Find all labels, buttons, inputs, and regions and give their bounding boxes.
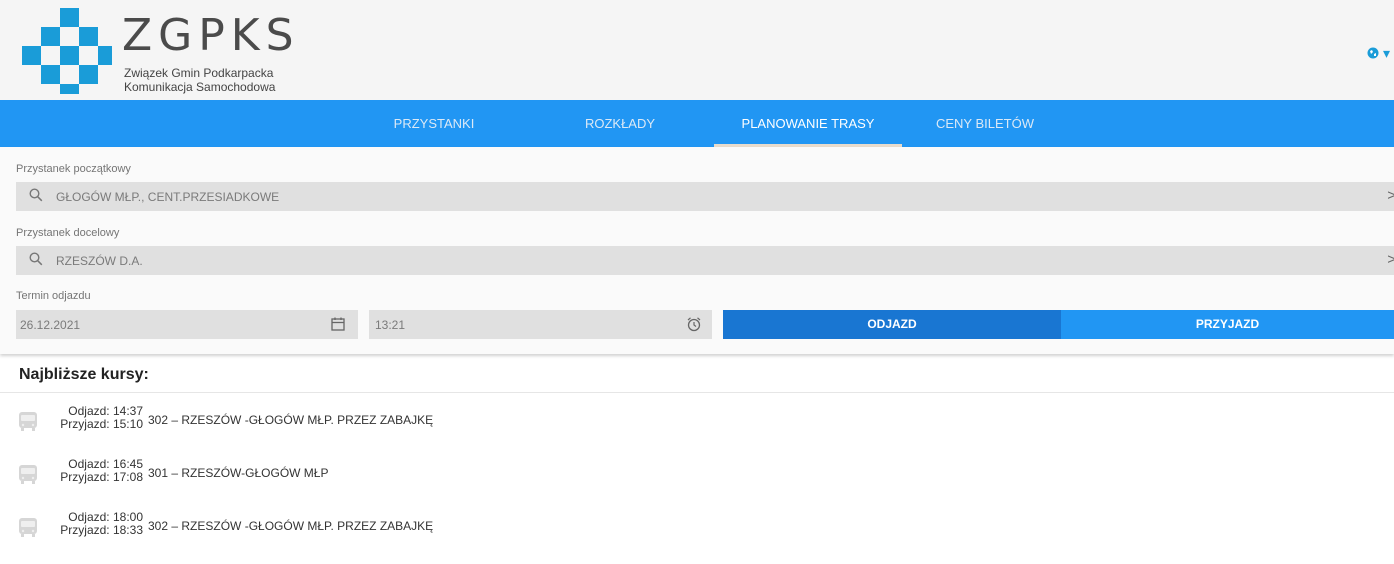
main-nav: PRZYSTANKI ROZKŁADY PLANOWANIE TRASY CEN…: [0, 100, 1394, 147]
header: ZGPKS Związek Gmin Podkarpacka Komunikac…: [0, 0, 1394, 100]
time-input[interactable]: 13:21: [369, 310, 712, 339]
logo-subtitle: Związek Gmin Podkarpacka Komunikacja Sam…: [124, 66, 275, 94]
calendar-icon[interactable]: [330, 316, 346, 332]
language-selector[interactable]: ▾: [1367, 45, 1390, 62]
arrival-time: Przyjazd: 18:33: [60, 523, 143, 537]
search-icon: [29, 188, 43, 202]
alarm-clock-icon[interactable]: [686, 316, 702, 332]
clear-start-icon[interactable]: >: [1387, 187, 1394, 204]
departure-toggle-button[interactable]: ODJAZD: [723, 310, 1061, 339]
date-input[interactable]: 26.12.2021: [16, 310, 358, 339]
start-stop-label: Przystanek początkowy: [16, 163, 131, 175]
results-title: Najbliższe kursy:: [19, 366, 149, 383]
divider: [0, 392, 1394, 393]
globe-icon: [1367, 47, 1379, 59]
tab-rozklady[interactable]: ROZKŁADY: [560, 100, 680, 147]
destination-stop-input[interactable]: RZESZÓW D.A. >: [16, 246, 1394, 275]
bus-icon: [19, 465, 37, 484]
search-icon: [29, 252, 43, 266]
start-stop-input[interactable]: GŁOGÓW MŁP., CENT.PRZESIADKOWE >: [16, 182, 1394, 211]
tab-przystanki[interactable]: PRZYSTANKI: [370, 100, 498, 147]
route-name: 302 – RZESZÓW -GŁOGÓW MŁP. PRZEZ ZABAJKĘ: [148, 519, 434, 533]
course-times: Odjazd: 18:00 Przyjazd: 18:33: [41, 511, 143, 537]
arrival-time: Przyjazd: 15:10: [60, 417, 143, 431]
clear-destination-icon[interactable]: >: [1387, 251, 1394, 268]
arrival-time: Przyjazd: 17:08: [60, 470, 143, 484]
list-item[interactable]: Odjazd: 16:45 Przyjazd: 17:08 301 – RZES…: [17, 458, 517, 488]
bus-icon: [19, 518, 37, 537]
list-item[interactable]: Odjazd: 18:00 Przyjazd: 18:33 302 – RZES…: [17, 511, 517, 541]
tab-planowanie-trasy[interactable]: PLANOWANIE TRASY: [714, 100, 902, 147]
logo[interactable]: ZGPKS Związek Gmin Podkarpacka Komunikac…: [22, 8, 294, 94]
arrival-toggle-button[interactable]: PRZYJAZD: [1061, 310, 1394, 339]
course-times: Odjazd: 14:37 Przyjazd: 15:10: [41, 405, 143, 431]
logo-subtitle-line-1: Związek Gmin Podkarpacka: [124, 66, 274, 80]
logo-mark-icon: [22, 8, 112, 94]
route-planner-form: Przystanek początkowy GŁOGÓW MŁP., CENT.…: [0, 147, 1394, 354]
list-item[interactable]: Odjazd: 14:37 Przyjazd: 15:10 302 – RZES…: [17, 405, 517, 435]
course-times: Odjazd: 16:45 Przyjazd: 17:08: [41, 458, 143, 484]
date-value: 26.12.2021: [20, 318, 81, 332]
destination-stop-value: RZESZÓW D.A.: [56, 254, 143, 268]
logo-subtitle-line-2: Komunikacja Samochodowa: [124, 80, 276, 94]
time-value: 13:21: [375, 318, 406, 332]
destination-stop-label: Przystanek docelowy: [16, 227, 120, 239]
bus-icon: [19, 412, 37, 431]
route-name: 302 – RZESZÓW -GŁOGÓW MŁP. PRZEZ ZABAJKĘ: [148, 413, 434, 427]
logo-title: ZGPKS: [122, 10, 300, 61]
chevron-down-icon: ▾: [1382, 45, 1390, 61]
start-stop-value: GŁOGÓW MŁP., CENT.PRZESIADKOWE: [56, 190, 280, 204]
route-name: 301 – RZESZÓW-GŁOGÓW MŁP: [148, 466, 329, 480]
tab-ceny-biletow[interactable]: CENY BILETÓW: [925, 100, 1045, 147]
departure-date-label: Termin odjazdu: [16, 290, 91, 302]
